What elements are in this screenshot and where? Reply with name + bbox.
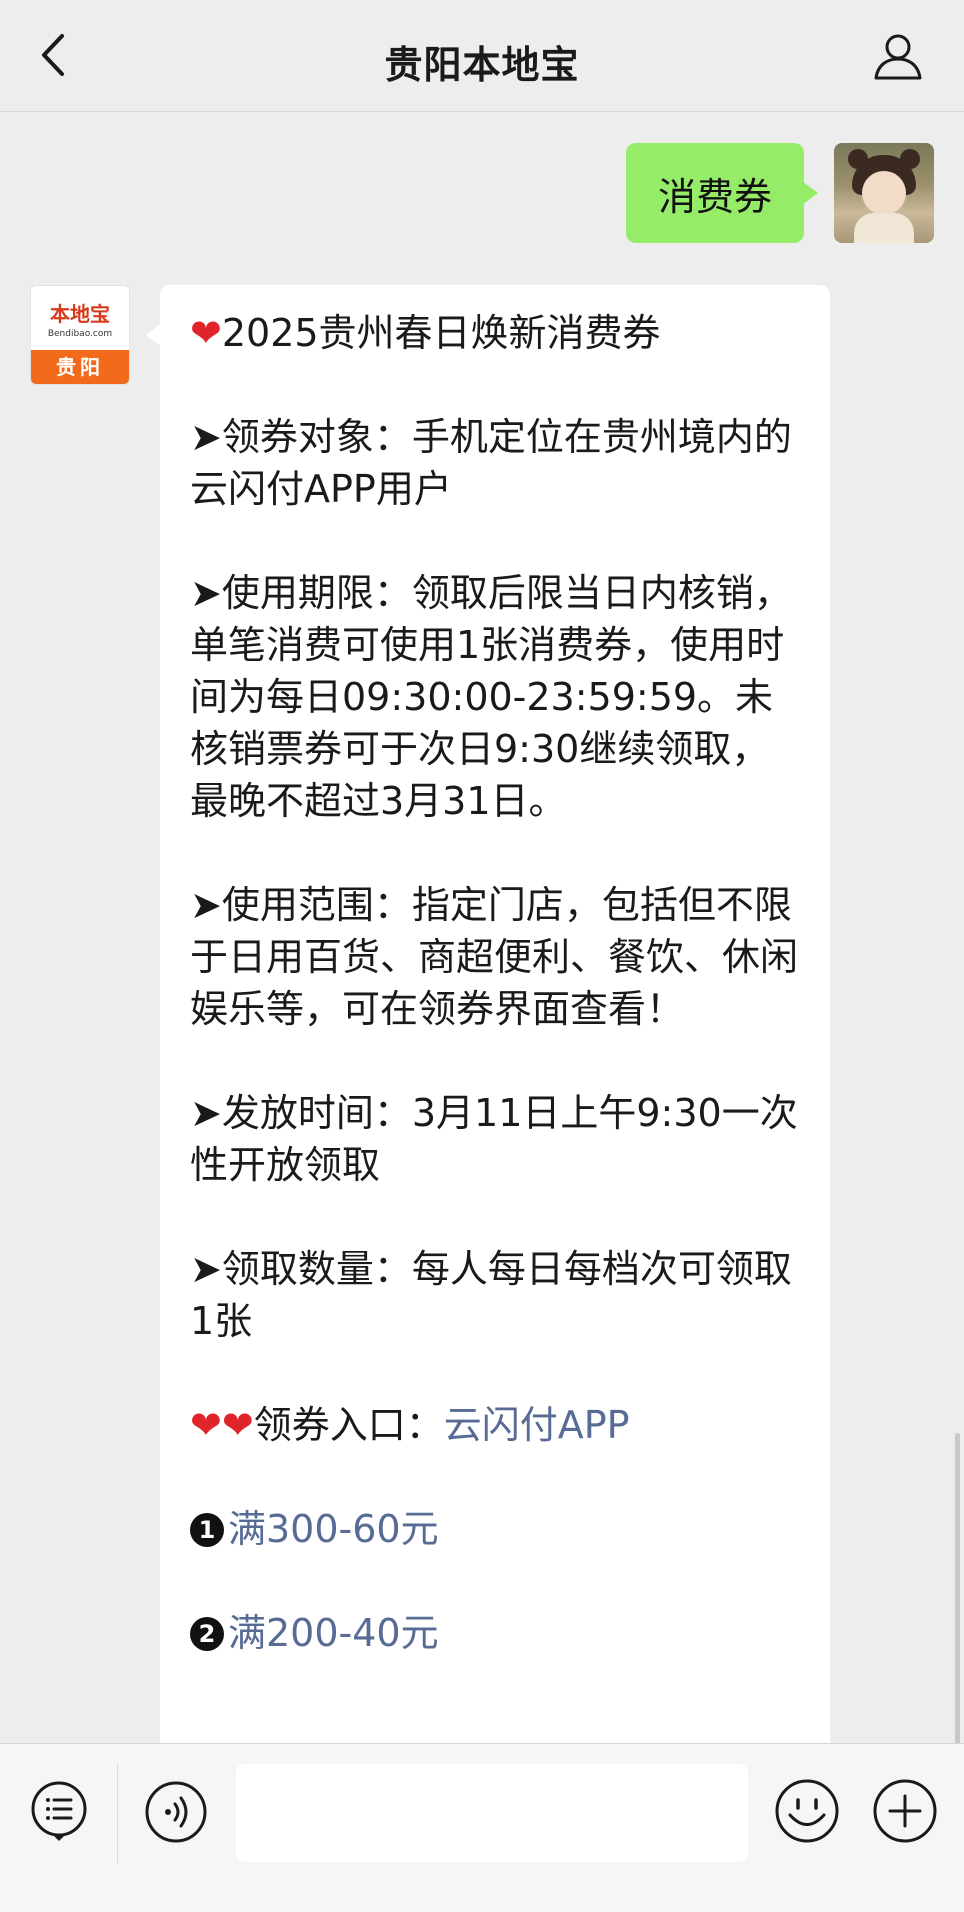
bot-logo-text: 本地宝 (50, 301, 110, 326)
message-paragraph-quantity: ➤领取数量：每人每日每档次可领取1张 (190, 1247, 792, 1343)
voice-icon[interactable] (144, 1780, 208, 1844)
message-title-line: ❤2025贵州春日焕新消费券 (190, 307, 800, 359)
page-title: 贵阳本地宝 (384, 43, 580, 87)
bot-logo-city: 贵阳 (31, 350, 129, 384)
message-entry-line: ❤❤领券入口：云闪付APP (190, 1399, 800, 1451)
message-paragraph-time: ➤发放时间：3月11日上午9:30一次性开放领取 (190, 1091, 798, 1187)
input-bar-divider (117, 1764, 118, 1864)
bot-message-bubble[interactable]: ❤2025贵州春日焕新消费券 ➤领券对象：手机定位在贵州境内的云闪付APP用户 … (146, 285, 830, 1743)
coupon-link-300-60[interactable]: 满300-60元 (228, 1507, 439, 1551)
bot-avatar[interactable]: 本地宝 Bendibao.com 贵阳 (30, 285, 130, 385)
heart-icon: ❤ (190, 1403, 222, 1447)
menu-list-icon[interactable] (28, 1780, 90, 1842)
coupon-link-200-40[interactable]: 满200-40元 (228, 1611, 439, 1655)
profile-icon[interactable] (872, 30, 924, 82)
bot-logo: 本地宝 Bendibao.com (31, 286, 129, 350)
my-message-bubble[interactable]: 消费券 (625, 143, 819, 243)
my-message-row: 消费券 (625, 143, 934, 243)
top-nav-bar: 贵阳本地宝 (0, 0, 964, 112)
entry-label: 领券入口： (253, 1403, 444, 1447)
message-input[interactable] (236, 1764, 748, 1862)
chat-scrollbar[interactable] (955, 1433, 960, 1743)
avatar-body (854, 213, 914, 243)
heart-icon: ❤ (221, 1403, 254, 1447)
message-paragraph-target: ➤领券对象：手机定位在贵州境内的云闪付APP用户 (190, 415, 792, 511)
plus-icon[interactable] (872, 1778, 938, 1844)
message-paragraph-scope: ➤使用范围：指定门店，包括但不限于日用百货、商超便利、餐饮、休闲娱乐等，可在领券… (190, 883, 799, 1031)
entry-link[interactable]: 云闪付APP (444, 1403, 630, 1447)
bot-message-row: 本地宝 Bendibao.com 贵阳 ❤2025贵州春日焕新消费券 ➤领券对象… (30, 285, 830, 1743)
my-message-text: 消费券 (657, 174, 772, 219)
message-title: 2025贵州春日焕新消费券 (221, 311, 661, 355)
coupon-item-1: 1 满300-60元 (190, 1503, 800, 1555)
emoji-icon[interactable] (774, 1778, 840, 1844)
coupon-item-2: 2 满200-40元 (190, 1607, 800, 1659)
my-avatar[interactable] (834, 143, 934, 243)
number-1-icon: 1 (190, 1513, 224, 1547)
chat-area[interactable]: 消费券 本地宝 Bendibao.com 贵阳 ❤2025贵州春日焕新消费券 ➤… (0, 113, 964, 1743)
heart-icon: ❤ (190, 311, 222, 355)
number-2-icon: 2 (190, 1617, 224, 1651)
input-bar (0, 1743, 964, 1912)
bot-logo-url: Bendibao.com (47, 328, 113, 339)
message-paragraph-period: ➤使用期限：领取后限当日内核销，单笔消费可使用1张消费券，使用时间为每日09:3… (190, 571, 792, 823)
avatar-face (862, 171, 906, 215)
